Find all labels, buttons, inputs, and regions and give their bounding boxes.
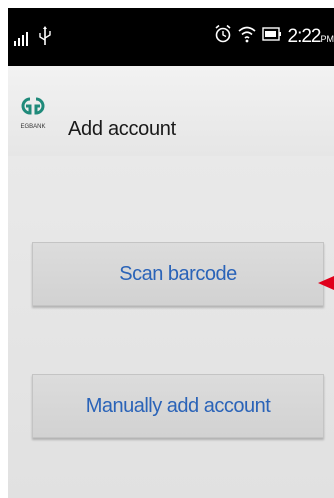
status-time: 2:22PM <box>288 26 334 48</box>
usb-icon <box>38 26 52 51</box>
status-bar: 2:22PM <box>8 8 334 66</box>
annotation-arrow-icon <box>318 276 334 290</box>
battery-icon <box>261 26 282 47</box>
app-logo-icon <box>21 97 45 115</box>
app-logo-text: EGBANK <box>20 124 46 130</box>
status-right: 2:22PM <box>214 24 334 49</box>
screen: 2:22PM EGBANK Add account Scan barcode M… <box>8 8 334 498</box>
status-left <box>14 26 52 51</box>
wifi-icon <box>237 25 256 48</box>
manually-add-account-button[interactable]: Manually add account <box>32 374 324 438</box>
alarm-icon <box>214 24 232 49</box>
manually-add-account-label: Manually add account <box>85 394 271 417</box>
app-logo: EGBANK <box>18 94 48 130</box>
main-content: Scan barcode Manually add account <box>8 156 334 498</box>
status-time-value: 2:22 <box>287 25 322 47</box>
action-bar: EGBANK Add account <box>8 66 334 157</box>
page-title: Add account <box>68 118 176 140</box>
status-time-suffix: PM <box>320 33 334 44</box>
scan-barcode-label: Scan barcode <box>119 262 237 285</box>
scan-barcode-button[interactable]: Scan barcode <box>32 242 324 306</box>
signal-icon <box>14 30 30 51</box>
